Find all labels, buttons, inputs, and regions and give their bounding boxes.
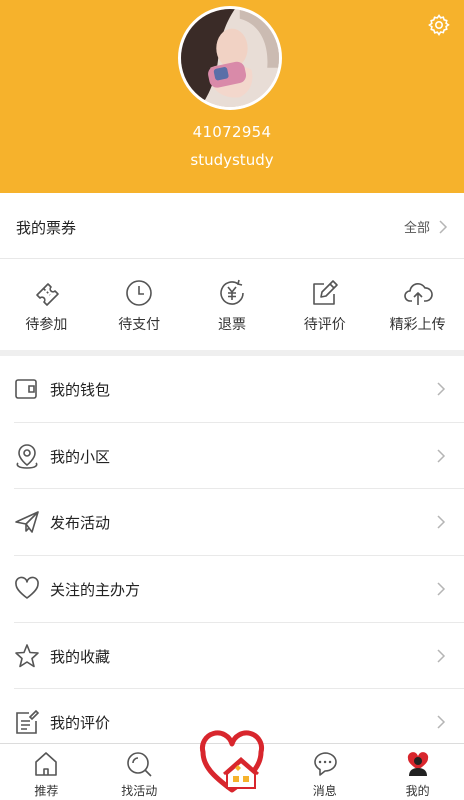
home-icon	[35, 752, 58, 776]
menu-label: 我的钱包	[50, 381, 111, 399]
menu-item-followed-organizers[interactable]: 关注的主办方	[14, 556, 464, 623]
tab-messages[interactable]: 消息	[278, 744, 371, 800]
profile-icon	[407, 752, 428, 776]
ticket-icon	[36, 283, 60, 306]
status-pending-payment[interactable]: 待支付	[93, 260, 186, 350]
chevron-right-icon	[437, 715, 446, 729]
refund-yen-icon	[220, 279, 244, 305]
chevron-right-icon	[437, 382, 446, 396]
chevron-right-icon	[437, 449, 446, 463]
tab-home-logo[interactable]	[186, 730, 279, 800]
tab-recommend[interactable]: 推荐	[0, 744, 93, 800]
profile-header: 41072954 studystudy	[0, 0, 464, 193]
menu-item-wallet[interactable]: 我的钱包	[14, 356, 464, 423]
avatar[interactable]	[178, 6, 282, 110]
chevron-right-icon	[437, 515, 446, 529]
avatar-image	[181, 9, 279, 107]
paper-plane-icon	[15, 511, 39, 534]
review-icon	[16, 710, 40, 735]
status-label: 退票	[217, 317, 246, 333]
username: studystudy	[190, 151, 274, 169]
ticket-status-row: 待参加 待支付 退票 待评价 精彩上传	[0, 260, 464, 350]
menu-item-favorites[interactable]: 我的收藏	[14, 623, 464, 690]
clock-icon	[126, 280, 152, 306]
menu-label: 我的评价	[50, 714, 111, 733]
edit-icon	[312, 280, 338, 305]
gear-icon[interactable]	[427, 13, 451, 37]
status-label: 待支付	[118, 317, 161, 333]
status-upload[interactable]: 精彩上传	[371, 260, 464, 350]
menu-label: 关注的主办方	[50, 581, 141, 600]
view-all-label: 全部	[403, 221, 430, 236]
chat-bubble-icon	[313, 752, 337, 776]
search-icon	[127, 752, 152, 777]
wallet-icon	[15, 379, 37, 399]
cloud-upload-icon	[403, 283, 433, 305]
menu-label: 发布活动	[50, 514, 111, 533]
status-label: 待评价	[303, 317, 346, 333]
status-pending-attend[interactable]: 待参加	[0, 260, 93, 350]
my-tickets-title: 我的票券	[16, 219, 77, 237]
tab-label: 推荐	[34, 784, 59, 798]
chevron-right-icon	[439, 219, 448, 234]
menu-item-community[interactable]: 我的小区	[14, 423, 464, 490]
user-id: 41072954	[192, 123, 272, 141]
tab-find-activities[interactable]: 找活动	[93, 744, 186, 800]
menu-label: 我的收藏	[50, 647, 111, 666]
chevron-right-icon	[437, 649, 446, 663]
chevron-right-icon	[437, 582, 446, 596]
status-refund[interactable]: 退票	[186, 260, 279, 350]
status-pending-review[interactable]: 待评价	[278, 260, 371, 350]
location-pin-icon	[16, 443, 38, 469]
tab-label: 找活动	[121, 784, 158, 798]
heart-house-logo-icon	[199, 730, 264, 793]
menu-list: 我的钱包 我的小区 发布活动 关注的主办方 我的收藏 我的评价	[0, 356, 464, 757]
my-tickets-row[interactable]: 我的票券 全部	[0, 193, 464, 259]
menu-label: 我的小区	[50, 447, 111, 466]
status-label: 待参加	[25, 317, 68, 333]
tab-mine[interactable]: 我的	[371, 744, 464, 800]
tab-label: 消息	[312, 784, 337, 798]
bottom-tab-bar: 推荐 找活动 消息 我的	[0, 730, 464, 800]
menu-item-publish[interactable]: 发布活动	[14, 489, 464, 557]
view-all-tickets-link[interactable]: 全部	[404, 217, 448, 236]
tab-label: 我的	[405, 784, 430, 798]
star-icon	[15, 643, 39, 668]
status-label: 精彩上传	[389, 317, 446, 333]
heart-icon	[15, 576, 39, 599]
